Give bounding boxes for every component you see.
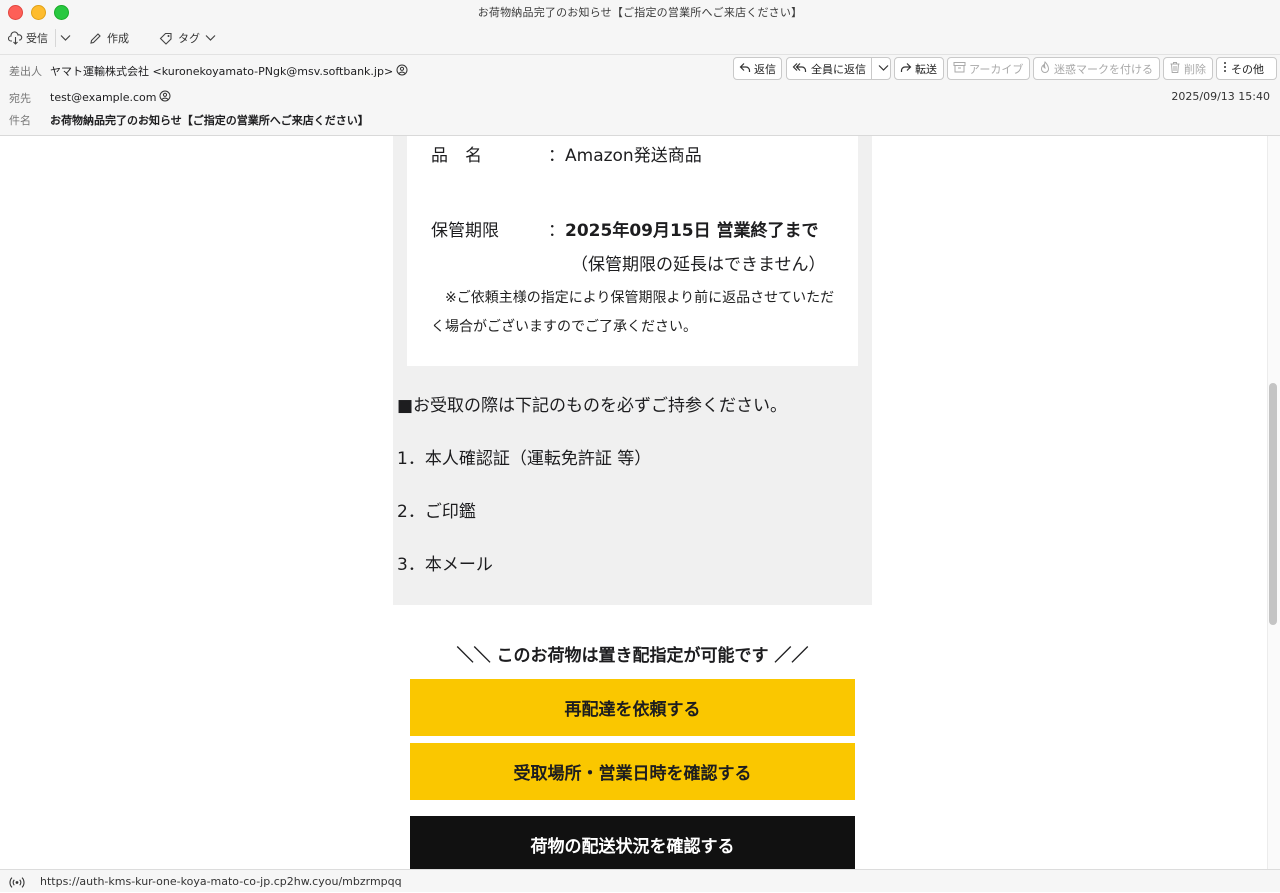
- message-header: 差出人 ヤマト運輸株式会社 <kuronekoyamato-PNgk@msv.s…: [0, 55, 1280, 136]
- from-label: 差出人: [9, 65, 42, 78]
- link-url: https://auth-kms-kur-one-koya-mato-co-jp…: [40, 875, 402, 888]
- status-bar: https://auth-kms-kur-one-koya-mato-co-jp…: [0, 869, 1280, 892]
- storage-period-colon: ：: [548, 221, 565, 241]
- contact-icon: [396, 64, 408, 79]
- check-location-button[interactable]: 受取場所・営業日時を確認する: [410, 743, 855, 800]
- storage-period-value: 2025年09月15日 営業終了まで: [565, 221, 819, 241]
- reply-icon: [739, 62, 751, 76]
- bring-item: 1．本人確認証（運転免許証 等）: [397, 449, 652, 469]
- bring-item: 3．本メール: [397, 555, 493, 575]
- to-field[interactable]: test@example.com: [50, 90, 171, 105]
- chevron-down-icon[interactable]: [878, 62, 889, 75]
- scrollbar-thumb[interactable]: [1269, 383, 1277, 625]
- archive-button[interactable]: アーカイブ: [947, 57, 1030, 80]
- chevron-down-icon: [205, 34, 216, 42]
- toolbar-divider: [55, 29, 56, 47]
- reply-label: 返信: [754, 62, 776, 76]
- reply-all-icon: [792, 62, 808, 76]
- bring-heading: ■お受取の際は下記のものを必ずご持参ください。: [397, 396, 788, 416]
- bring-item: 2．ご印鑑: [397, 502, 476, 522]
- receive-label: 受信: [26, 32, 48, 45]
- message-body[interactable]: 品 名 ： Amazon発送商品 保管期限 ： 2025年09月15日 営業終了…: [0, 136, 1267, 869]
- redelivery-button[interactable]: 再配達を依頼する: [410, 679, 855, 736]
- archive-label: アーカイブ: [969, 62, 1024, 76]
- return-note: ※ご依頼主様の指定により保管期限より前に返品させていただく場合がございますのでご…: [431, 290, 835, 335]
- flame-icon: [1039, 60, 1051, 77]
- from-value: ヤマト運輸株式会社 <kuronekoyamato-PNgk@msv.softb…: [50, 65, 394, 78]
- junk-label: 迷惑マークを付ける: [1054, 62, 1153, 76]
- trash-icon: [1169, 61, 1181, 77]
- window-title: お荷物納品完了のお知らせ【ご指定の営業所へご来店ください】: [477, 6, 803, 19]
- tag-icon: [159, 32, 173, 45]
- delivery-note: ＼＼ このお荷物は置き配指定が可能です ／／: [456, 646, 809, 666]
- reply-all-button[interactable]: 全員に返信: [786, 57, 891, 80]
- item-name-value: Amazon発送商品: [565, 146, 702, 166]
- storage-period-label: 保管期限: [431, 221, 499, 241]
- message-date: 2025/09/13 15:40: [1171, 90, 1270, 103]
- junk-button[interactable]: 迷惑マークを付ける: [1033, 57, 1160, 80]
- subject-value: お荷物納品完了のお知らせ【ご指定の営業所へご来店ください】: [50, 114, 369, 127]
- compose-button[interactable]: 作成: [89, 29, 129, 47]
- chevron-down-icon: [60, 34, 71, 42]
- activity-icon: [9, 874, 25, 893]
- contact-icon: [159, 90, 171, 105]
- toolbar: 受信 作成 タグ: [0, 22, 1280, 55]
- tag-label: タグ: [178, 32, 200, 45]
- to-label: 宛先: [9, 92, 31, 105]
- more-vertical-icon: [1222, 61, 1228, 76]
- delete-label: 削除: [1184, 62, 1206, 76]
- title-bar: お荷物納品完了のお知らせ【ご指定の営業所へご来店ください】: [0, 0, 1280, 22]
- from-field[interactable]: ヤマト運輸株式会社 <kuronekoyamato-PNgk@msv.softb…: [50, 63, 408, 79]
- receive-menu-button[interactable]: [60, 29, 71, 47]
- pencil-icon: [89, 32, 102, 45]
- receive-icon: [8, 31, 23, 45]
- more-button[interactable]: その他: [1216, 57, 1277, 80]
- check-status-button[interactable]: 荷物の配送状況を確認する: [410, 816, 855, 869]
- archive-icon: [953, 61, 966, 76]
- forward-button[interactable]: 転送: [894, 57, 944, 80]
- storage-period-note: （保管期限の延長はできません）: [571, 255, 826, 275]
- compose-label: 作成: [107, 32, 129, 45]
- forward-icon: [900, 62, 912, 76]
- subject-label: 件名: [9, 114, 31, 127]
- item-name-label: 品 名: [431, 146, 482, 166]
- tag-button[interactable]: タグ: [159, 29, 216, 47]
- delete-button[interactable]: 削除: [1163, 57, 1213, 80]
- reply-button[interactable]: 返信: [733, 57, 782, 80]
- button-divider: [871, 58, 872, 79]
- item-name-colon: ：: [548, 146, 565, 166]
- receive-button[interactable]: 受信: [8, 29, 48, 47]
- forward-label: 転送: [915, 62, 937, 76]
- to-value: test@example.com: [50, 91, 157, 104]
- reply-all-label: 全員に返信: [811, 62, 866, 76]
- more-label: その他: [1231, 62, 1264, 76]
